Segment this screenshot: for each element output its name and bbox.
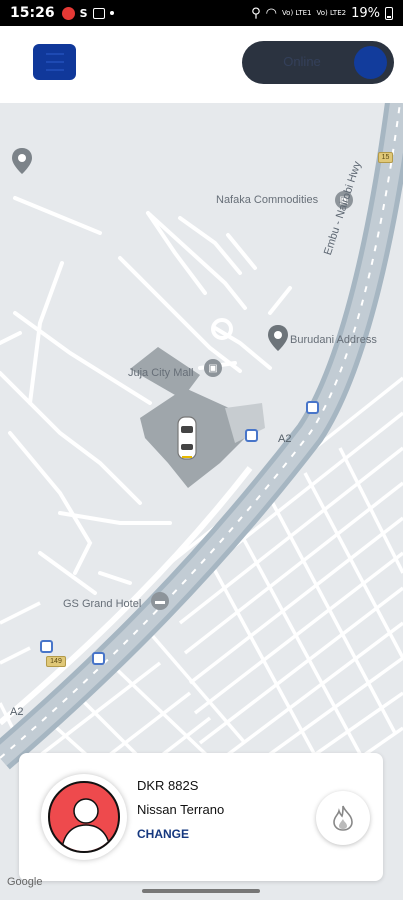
status-time: 15:26 (10, 5, 55, 21)
user-icon (61, 798, 111, 851)
vehicle-plate: DKR 882S (137, 778, 199, 793)
driver-avatar (41, 774, 127, 860)
signal-2-icon: Vo) LTE2 (316, 8, 347, 17)
vehicle-car-icon (177, 416, 197, 460)
online-toggle[interactable]: Online (242, 41, 394, 84)
place-pin-icon[interactable] (268, 325, 288, 351)
heatmap-button[interactable] (316, 791, 370, 845)
map-label-jujucity[interactable]: Juja City Mall (128, 367, 193, 379)
hotel-bed-icon[interactable]: ▬ (151, 592, 169, 610)
route-shield: 15 (378, 152, 393, 163)
battery-percent: 19% (351, 5, 380, 21)
location-icon: ⚲ (251, 5, 261, 21)
vehicle-model: Nissan Terrano (137, 802, 225, 817)
more-notifications-icon (109, 11, 114, 15)
vehicle-card: DKR 882S Nissan Terrano CHANGE (19, 753, 383, 881)
hamburger-icon (45, 53, 64, 55)
status-bar: 15:26 S ⚲ ◠ Vo) LTE1 Vo) LTE2 19% (0, 0, 403, 26)
toggle-label: Online (283, 54, 321, 69)
route-shield: 149 (46, 656, 66, 667)
shopping-bag-icon[interactable]: ▣ (204, 359, 222, 377)
change-vehicle-link[interactable]: CHANGE (137, 827, 189, 841)
google-logo: Google (7, 876, 43, 888)
bus-stop-icon[interactable] (306, 401, 319, 414)
road-label-a2: A2 (278, 433, 292, 445)
bus-stop-icon[interactable] (92, 652, 105, 665)
s-app-icon: S (79, 6, 88, 20)
toggle-knob (354, 46, 387, 79)
menu-button[interactable] (33, 44, 76, 80)
road-label-a2: A2 (10, 706, 24, 718)
bus-stop-icon[interactable] (40, 640, 53, 653)
gallery-icon (92, 7, 105, 19)
battery-icon (385, 6, 393, 20)
map-label-gsgrand[interactable]: GS Grand Hotel (63, 598, 141, 610)
app-header: Online (0, 26, 403, 103)
bus-stop-icon[interactable] (245, 429, 258, 442)
map-label-burudani[interactable]: Burudani Address (290, 334, 377, 346)
flame-icon (333, 805, 353, 831)
wifi-icon: ◠ (265, 5, 277, 21)
notification-icon (61, 6, 75, 20)
place-pin-icon[interactable] (12, 148, 32, 174)
signal-1-icon: Vo) LTE1 (281, 8, 312, 17)
gesture-nav-bar[interactable] (142, 889, 260, 893)
map-label-nafaka[interactable]: Nafaka Commodities (216, 194, 318, 206)
